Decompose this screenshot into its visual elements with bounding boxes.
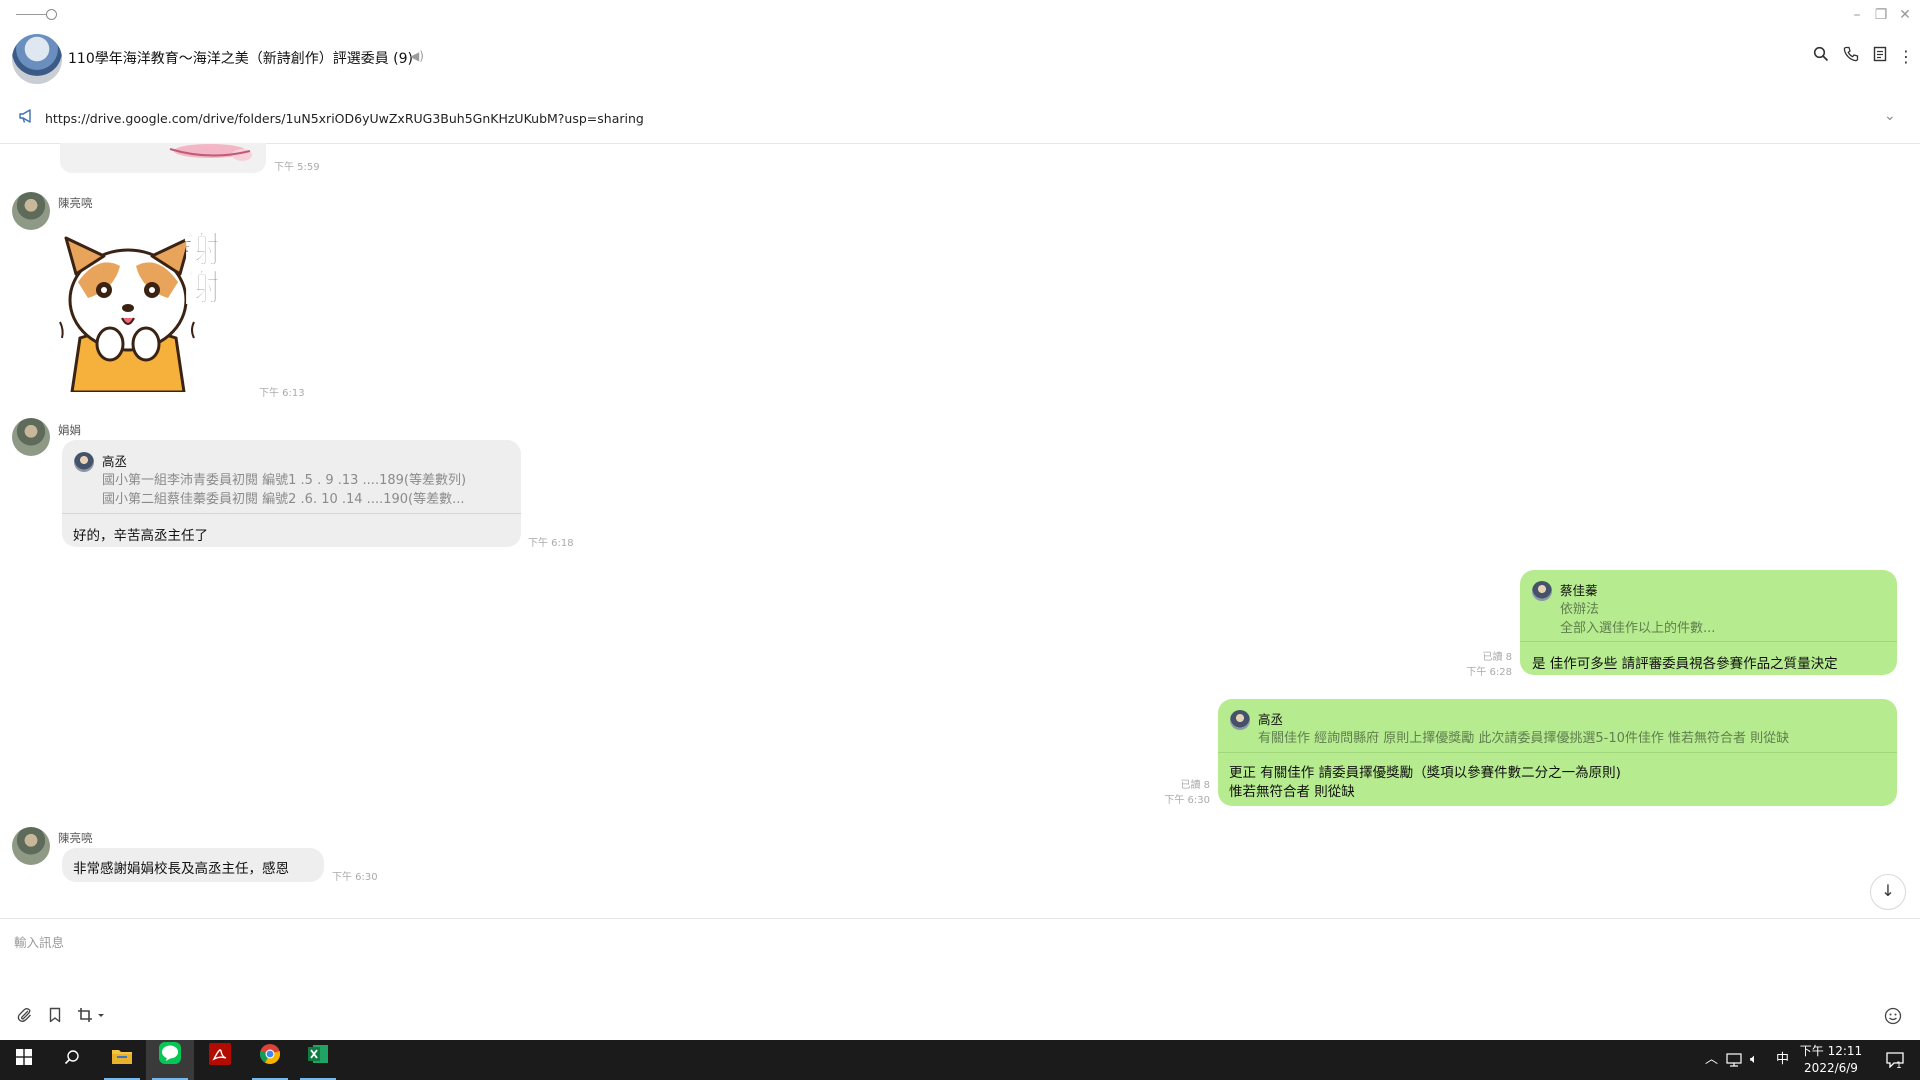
quoted-avatar [74, 452, 94, 472]
quoted-text: 有關佳作 經詢問縣府 原則上擇優獎勵 此次請委員擇優挑選5-10件佳作 惟若無符… [1258, 731, 1790, 746]
restore-icon[interactable]: ❐ [1870, 4, 1892, 26]
quoted-text: 全部入選佳作以上的件數... [1560, 621, 1716, 636]
quoted-text: 國小第二組蔡佳蓁委員初閱 編號2 .6. 10 .14 ....190(等差數.… [102, 492, 465, 507]
quoted-text: 國小第一組李沛青委員初閱 編號1 .5 . 9 .13 ....189(等差數列… [102, 473, 467, 488]
message-input[interactable] [12, 930, 1896, 954]
quote-divider [62, 513, 521, 514]
previous-sticker[interactable] [60, 143, 266, 173]
sender-name[interactable]: 陳亮喨 [58, 830, 93, 846]
system-clock[interactable]: 下午 12:11 2022/6/9 [1796, 1043, 1866, 1077]
phone-icon[interactable] [1840, 46, 1862, 68]
network-icon[interactable] [1726, 1040, 1742, 1080]
avatar[interactable] [12, 418, 50, 456]
notes-icon[interactable] [1869, 46, 1891, 68]
acrobat-icon[interactable] [196, 1040, 244, 1080]
action-center-icon[interactable] [1880, 1040, 1910, 1080]
bookmark-icon[interactable] [44, 1007, 66, 1029]
message-time: 下午 6:18 [528, 538, 574, 549]
input-divider [0, 918, 1920, 919]
clock-time: 下午 12:11 [1799, 1044, 1863, 1058]
avatar[interactable] [12, 827, 50, 865]
quoted-sender: 高丞 [1258, 712, 1284, 727]
chat-title[interactable]: 110學年海洋教育～海洋之美（新詩創作）評選委員 (9) [68, 48, 413, 68]
scroll-to-bottom-button[interactable]: ↓ [1870, 874, 1906, 910]
message-time: 下午 6:28 [1466, 667, 1512, 678]
quote-divider [1520, 641, 1897, 642]
mute-speaker-icon: ◀) [410, 49, 424, 63]
read-receipt: 已讀 8 [1482, 652, 1512, 663]
announcement-text[interactable]: https://drive.google.com/drive/folders/1… [45, 111, 644, 126]
sticker-caption: 謝謝 [184, 230, 221, 309]
minimize-icon[interactable]: – [1846, 4, 1868, 26]
clock-date: 2022/6/9 [1804, 1061, 1858, 1075]
quoted-sender: 高丞 [102, 454, 128, 469]
chevron-down-icon[interactable]: ⌄ [1884, 108, 1896, 124]
search-icon[interactable] [1810, 46, 1832, 68]
sender-name[interactable]: 陳亮喨 [58, 195, 93, 211]
message-time: 下午 6:30 [1164, 795, 1210, 806]
group-avatar[interactable] [12, 34, 62, 84]
ime-indicator[interactable]: 中 [1776, 1040, 1789, 1080]
quoted-avatar [1230, 710, 1250, 730]
message-text: 惟若無符合者 則從缺 [1229, 784, 1355, 800]
windows-start-icon[interactable] [0, 1040, 48, 1080]
chrome-icon[interactable] [246, 1040, 294, 1080]
message-time: 下午 5:59 [274, 162, 320, 173]
message-text: 更正 有關佳作 請委員擇優獎勵（獎項以參賽件數二分之一為原則) [1229, 765, 1621, 781]
file-explorer-icon[interactable] [98, 1040, 146, 1080]
close-icon[interactable]: ✕ [1894, 4, 1916, 26]
message-text: 好的，辛苦高丞主任了 [73, 528, 208, 544]
message-text: 非常感謝娟娟校長及高丞主任，感恩 [73, 861, 289, 877]
more-icon[interactable]: ⋮ [1895, 46, 1917, 68]
message-time: 下午 6:30 [332, 872, 378, 883]
search-icon[interactable] [48, 1040, 96, 1080]
paperclip-icon[interactable] [14, 1007, 36, 1029]
volume-icon[interactable]: 🔈︎ [1750, 1040, 1758, 1080]
line-app-icon[interactable] [146, 1040, 194, 1080]
quoted-sender: 蔡佳蓁 [1560, 583, 1598, 598]
message-text: 是 佳作可多些 請評審委員視各參賽作品之質量決定 [1532, 656, 1838, 672]
sender-name[interactable]: 娟娟 [58, 422, 81, 438]
quote-divider [1218, 752, 1897, 753]
chevron-up-icon[interactable]: ︿ [1705, 1040, 1718, 1080]
zoom-slider-knob[interactable] [46, 9, 57, 20]
megaphone-icon [18, 108, 38, 128]
excel-icon[interactable] [294, 1040, 342, 1080]
quoted-text: 依辦法 [1560, 602, 1600, 617]
emoji-icon[interactable] [1882, 1007, 1904, 1029]
message-time: 下午 6:13 [259, 388, 305, 399]
screenshot-icon[interactable] [74, 1007, 108, 1029]
quoted-avatar [1532, 581, 1552, 601]
notification-count-badge: 1 [1896, 1061, 1902, 1071]
avatar[interactable] [12, 192, 50, 230]
read-receipt: 已讀 8 [1180, 780, 1210, 791]
